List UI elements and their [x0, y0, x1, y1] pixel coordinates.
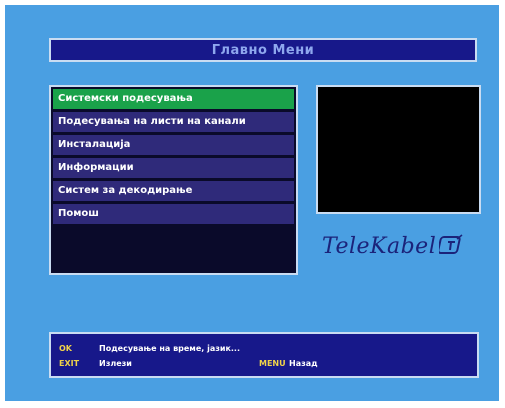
menu-item-information[interactable]: Информации — [53, 158, 294, 178]
logo-text: TeleKabel — [322, 233, 437, 259]
ok-key-label: OK — [59, 344, 72, 353]
menu-item-help[interactable]: Помош — [53, 204, 294, 224]
video-preview-window — [316, 85, 481, 214]
menu-item-label: Системски подесувања — [58, 93, 193, 104]
menu-item-decoding-system[interactable]: Систем за декодирање — [53, 181, 294, 201]
menu-item-label: Подесувања на листи на канали — [58, 116, 246, 127]
menu-item-label: Помош — [58, 208, 99, 219]
page-title: Главно Мени — [49, 38, 477, 62]
main-menu-list: Системски подесувања Подесувања на листи… — [49, 85, 298, 275]
telekabel-logo: TeleKabel — [322, 227, 482, 265]
key-help-bar: OK Подесување на време, јазик... EXIT Из… — [49, 332, 479, 378]
ok-key-hint: Подесување на време, јазик... — [99, 344, 241, 353]
menu-item-label: Инсталација — [58, 139, 131, 150]
exit-key-label: EXIT — [59, 359, 80, 368]
main-menu-screen: Главно Мени Системски подесувања Подесув… — [5, 5, 499, 401]
telekabel-logo-mark-icon — [439, 234, 463, 254]
page-title-text: Главно Мени — [211, 42, 315, 58]
menu-item-installation[interactable]: Инсталација — [53, 135, 294, 155]
menu-item-system-settings[interactable]: Системски подесувања — [53, 89, 294, 109]
exit-key-hint: Излези — [99, 359, 132, 368]
menu-key-label: MENU — [259, 359, 286, 368]
menu-item-label: Информации — [58, 162, 134, 173]
menu-item-label: Систем за декодирање — [58, 185, 193, 196]
menu-key-hint: Назад — [289, 359, 318, 368]
menu-item-channel-list-settings[interactable]: Подесувања на листи на канали — [53, 112, 294, 132]
